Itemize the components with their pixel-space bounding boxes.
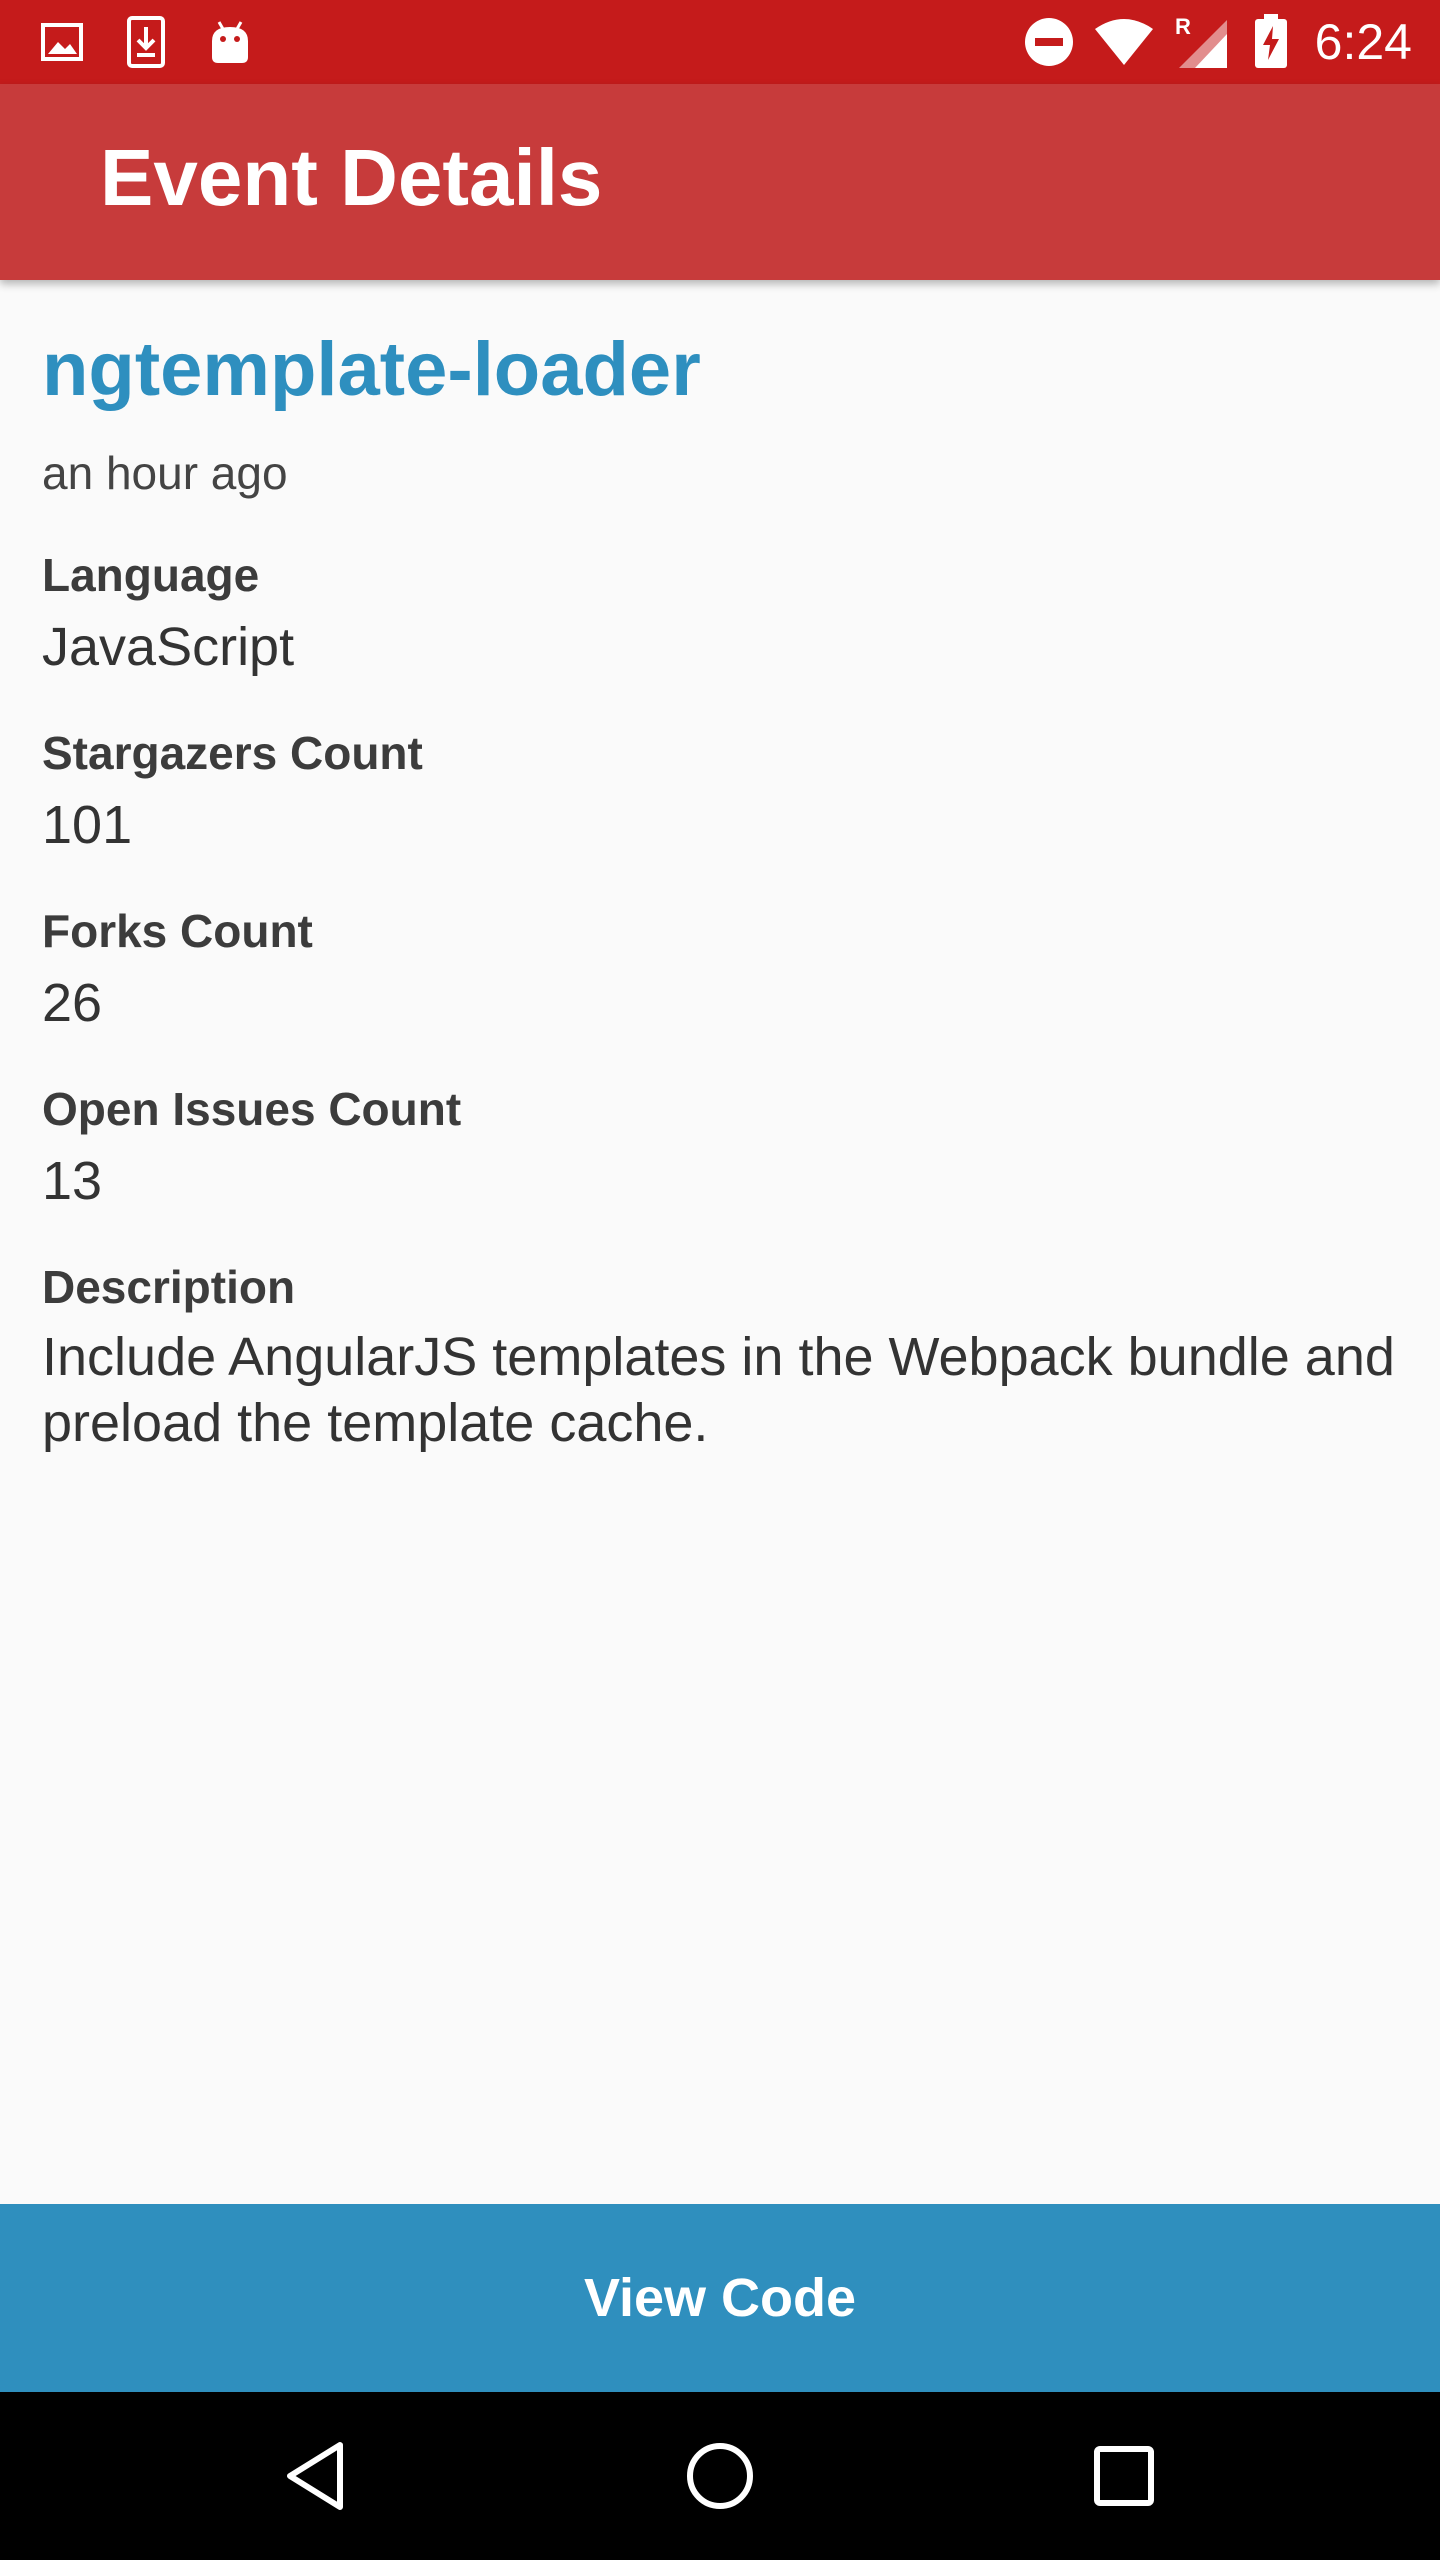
event-details-content: ngtemplate-loader an hour ago Language J… xyxy=(42,280,1398,1456)
event-details-screen: R 6:24 Event Details ngtemplate-loader a… xyxy=(0,0,1440,2560)
stargazers-label: Stargazers Count xyxy=(42,727,423,779)
event-time: an hour ago xyxy=(42,447,288,499)
home-icon xyxy=(685,2441,755,2511)
navigation-bar xyxy=(0,2392,1440,2560)
description-value: Include AngularJS templates in the Webpa… xyxy=(42,1327,1395,1453)
notification-icons xyxy=(40,14,252,70)
system-status-icons: R 6:24 xyxy=(1023,10,1412,74)
wifi-icon xyxy=(1093,17,1155,67)
battery-charging-icon xyxy=(1253,14,1289,70)
do-not-disturb-icon xyxy=(1023,16,1075,68)
description-field: Description Include AngularJS templates … xyxy=(42,1264,1398,1456)
language-value: JavaScript xyxy=(42,617,295,677)
signal-icon: R xyxy=(1173,14,1235,70)
view-code-button[interactable]: View Code xyxy=(0,2204,1440,2392)
recents-icon xyxy=(1094,2446,1154,2506)
view-code-label: View Code xyxy=(583,2268,857,2328)
app-bar: Event Details xyxy=(0,84,1440,280)
language-field: Language JavaScript xyxy=(42,552,1398,674)
android-icon xyxy=(208,19,252,65)
open-issues-label: Open Issues Count xyxy=(42,1083,462,1135)
repo-name: ngtemplate-loader xyxy=(42,327,701,412)
forks-field: Forks Count 26 xyxy=(42,908,1398,1030)
roaming-indicator: R xyxy=(1175,14,1191,39)
language-label: Language xyxy=(42,549,260,601)
home-button[interactable] xyxy=(680,2436,760,2516)
image-icon xyxy=(40,22,84,62)
page-title: Event Details xyxy=(100,133,603,222)
status-time: 6:24 xyxy=(1314,14,1412,70)
forks-value: 26 xyxy=(42,973,103,1033)
description-label: Description xyxy=(42,1261,296,1313)
back-icon xyxy=(284,2441,348,2511)
stargazers-field: Stargazers Count 101 xyxy=(42,730,1398,852)
forks-label: Forks Count xyxy=(42,905,313,957)
stargazers-value: 101 xyxy=(42,795,133,855)
status-bar: R 6:24 xyxy=(0,0,1440,84)
open-issues-value: 13 xyxy=(42,1151,103,1211)
download-icon xyxy=(126,15,166,69)
recents-button[interactable] xyxy=(1084,2436,1164,2516)
back-button[interactable] xyxy=(276,2436,356,2516)
open-issues-field: Open Issues Count 13 xyxy=(42,1086,1398,1208)
